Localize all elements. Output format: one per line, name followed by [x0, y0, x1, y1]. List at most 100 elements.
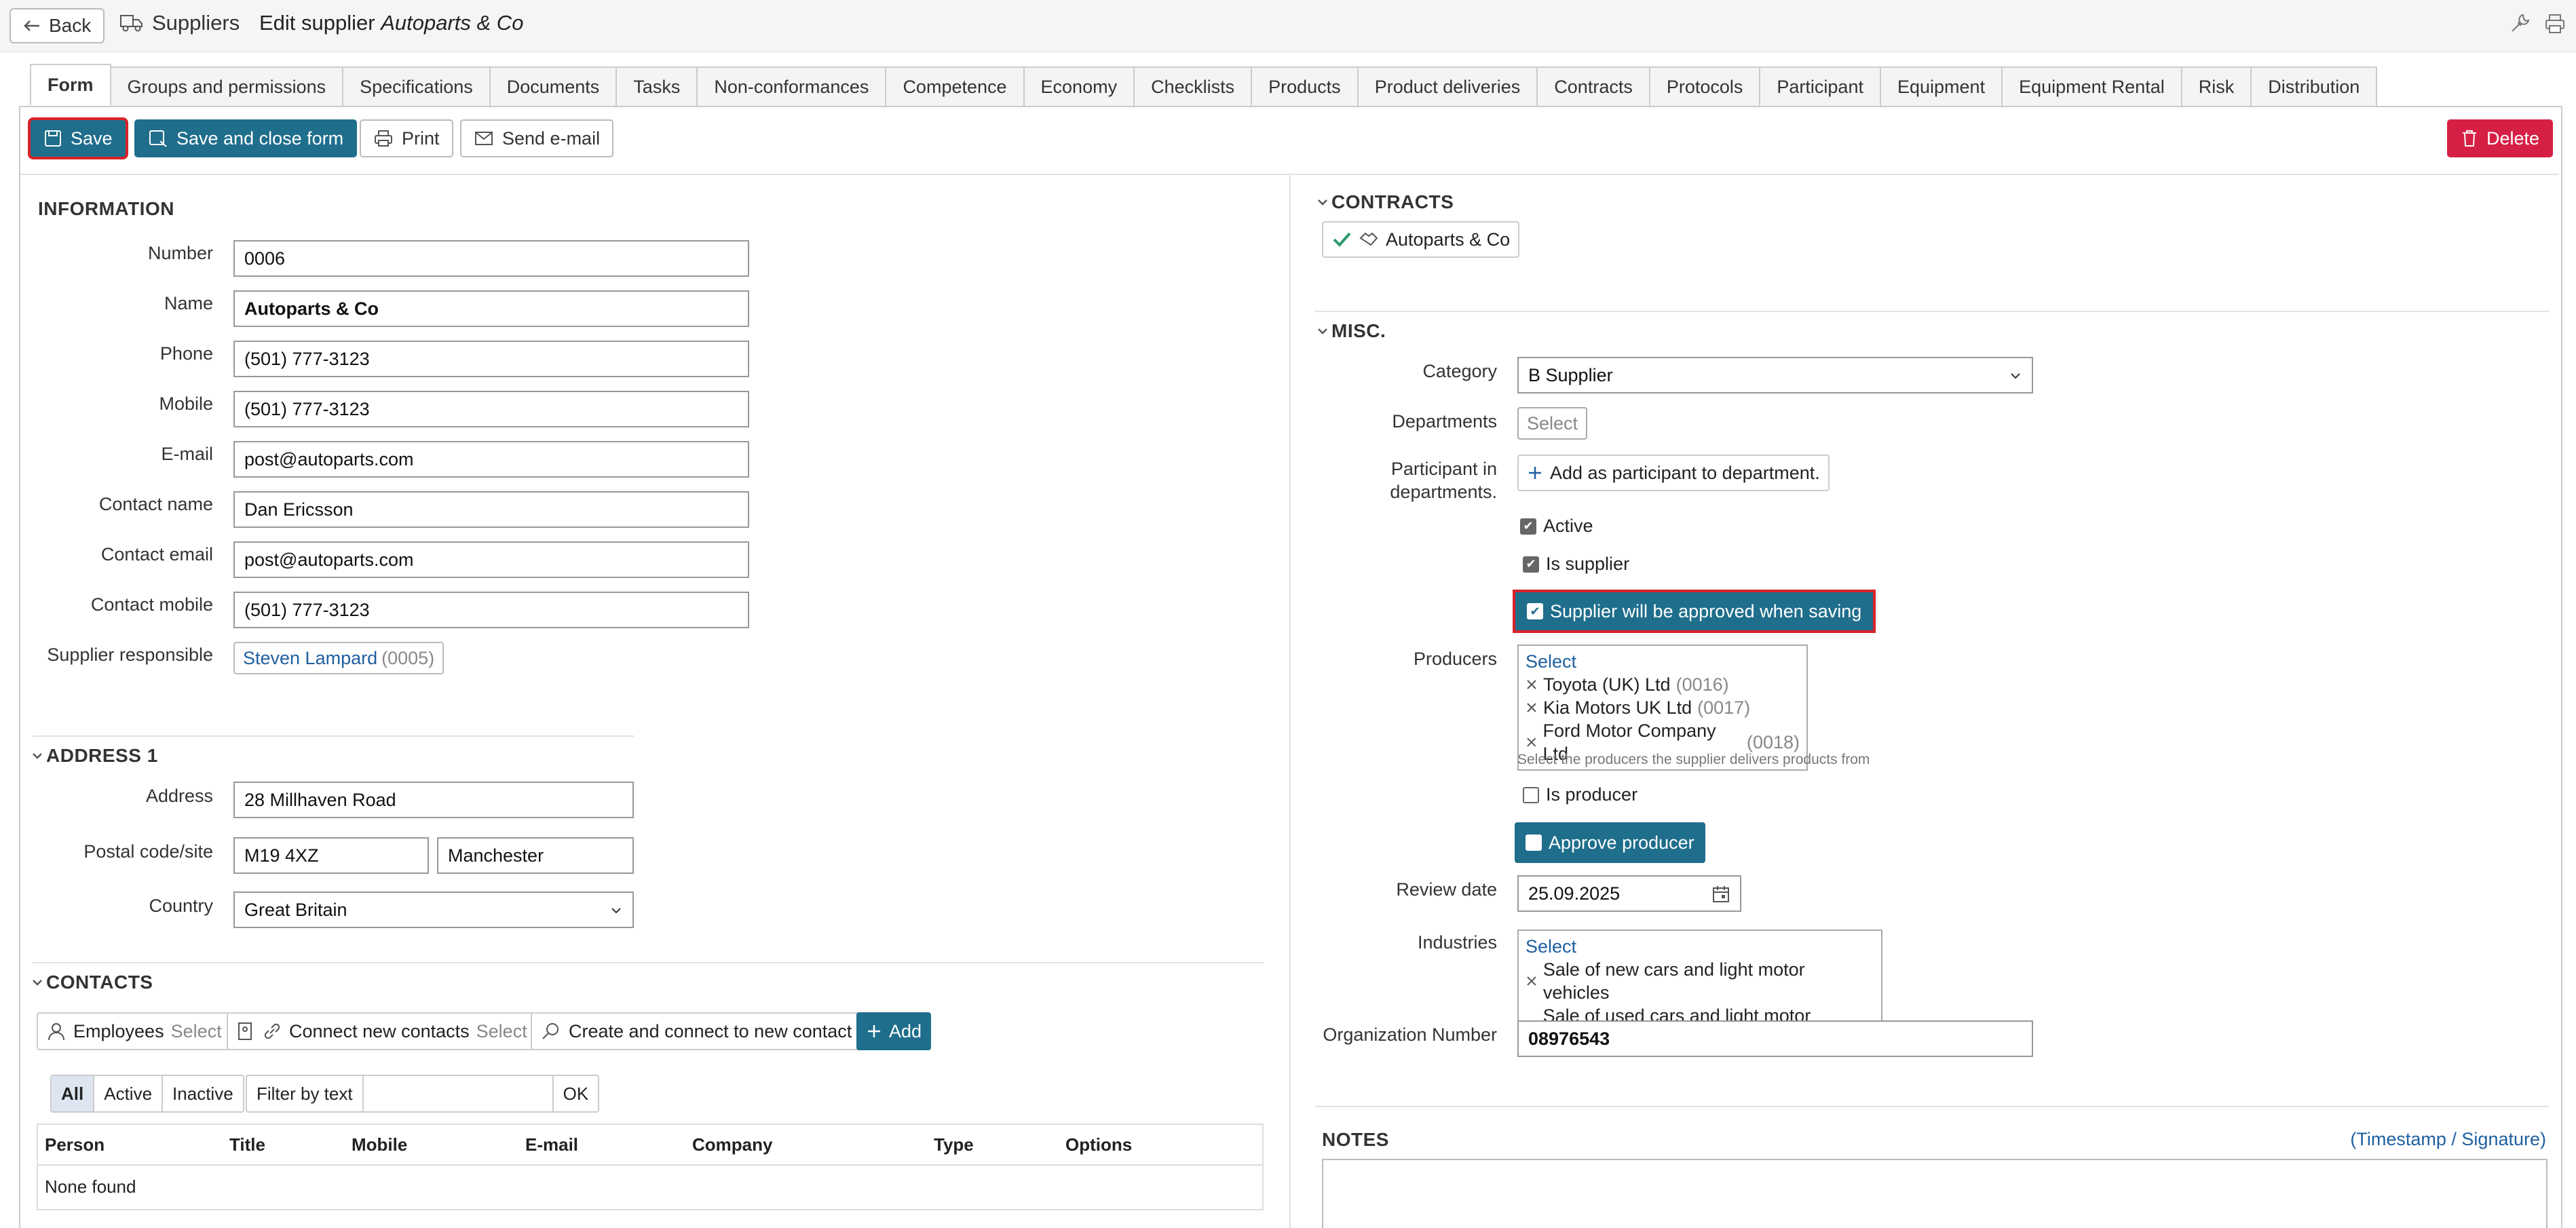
calendar-icon[interactable] [1711, 885, 1730, 904]
filter-all[interactable]: All [52, 1076, 95, 1111]
is-producer-checkbox-row[interactable]: Is producer [1523, 784, 1637, 805]
breadcrumb-suppliers[interactable]: Suppliers [152, 11, 240, 35]
print-button[interactable]: Print [360, 119, 453, 157]
contacts-heading[interactable]: CONTACTS [31, 972, 153, 993]
tab-non-conformances[interactable]: Non-conformances [698, 66, 887, 106]
organization-number-label: Organization Number [1323, 1024, 1497, 1045]
contract-chip[interactable]: Autoparts & Co [1322, 221, 1520, 258]
add-contact-button[interactable]: Add [856, 1012, 932, 1050]
approve-supplier-toggle[interactable]: ✔ Supplier will be approved when saving [1512, 590, 1876, 633]
organization-number-input[interactable]: 08976543 [1517, 1020, 2033, 1057]
create-and-connect-contact-button[interactable]: Create and connect to new contact [531, 1012, 862, 1050]
tab-tasks[interactable]: Tasks [617, 66, 698, 106]
address-heading[interactable]: ADDRESS 1 [31, 745, 158, 767]
col-mobile[interactable]: Mobile [352, 1134, 407, 1155]
chevron-down-icon [33, 980, 42, 986]
col-email[interactable]: E-mail [525, 1134, 578, 1155]
save-and-close-button[interactable]: Save and close form [134, 119, 358, 157]
handshake-icon [1359, 232, 1378, 246]
contact-name-input[interactable]: Dan Ericsson [233, 491, 749, 528]
remove-x-icon[interactable] [1526, 975, 1538, 987]
tab-equipment[interactable]: Equipment [1880, 66, 2003, 106]
active-checkbox[interactable]: ✔ [1520, 518, 1536, 535]
tab-product-deliveries[interactable]: Product deliveries [1358, 66, 1538, 106]
tab-economy[interactable]: Economy [1024, 66, 1135, 106]
is-producer-checkbox[interactable] [1523, 786, 1539, 803]
supplier-responsible-chip[interactable]: Steven Lampard (0005) [233, 642, 444, 674]
phone-input[interactable]: (501) 777-3123 [233, 341, 749, 377]
approve-producer-checkbox[interactable] [1526, 834, 1542, 851]
send-email-button[interactable]: Send e-mail [460, 119, 614, 157]
remove-x-icon[interactable] [1526, 736, 1538, 748]
top-bar: Back Suppliers Edit supplier Autoparts &… [0, 0, 2576, 52]
filter-active[interactable]: Active [94, 1076, 164, 1111]
connect-new-contacts-selector[interactable]: Connect new contacts Select [227, 1012, 537, 1050]
timestamp-signature-link[interactable]: (Timestamp / Signature) [2350, 1129, 2546, 1150]
connect-new-contacts-select[interactable]: Select [476, 1021, 527, 1042]
col-type[interactable]: Type [934, 1134, 974, 1155]
misc-heading[interactable]: MISC. [1317, 320, 1386, 342]
col-company[interactable]: Company [692, 1134, 772, 1155]
is-supplier-checkbox-row[interactable]: ✔ Is supplier [1523, 554, 1629, 575]
review-date-input[interactable]: 25.09.2025 [1517, 875, 1741, 912]
responsible-name[interactable]: Steven Lampard [243, 648, 377, 669]
tab-risk[interactable]: Risk [2182, 66, 2252, 106]
contact-email-input[interactable]: post@autoparts.com [233, 541, 749, 578]
save-button[interactable]: Save [28, 117, 128, 159]
email-input[interactable]: post@autoparts.com [233, 441, 749, 478]
printer-icon[interactable] [2543, 12, 2566, 35]
remove-x-icon[interactable] [1526, 702, 1538, 714]
tab-protocols[interactable]: Protocols [1650, 66, 1761, 106]
wrench-icon[interactable] [2508, 12, 2531, 35]
name-input[interactable]: Autoparts & Co [233, 290, 749, 327]
is-supplier-checkbox[interactable]: ✔ [1523, 556, 1539, 573]
contracts-heading[interactable]: CONTRACTS [1317, 191, 1454, 213]
delete-button[interactable]: Delete [2447, 119, 2554, 157]
notes-textarea[interactable] [1322, 1159, 2547, 1228]
breadcrumb[interactable]: Suppliers [119, 11, 240, 35]
country-select[interactable]: Great Britain [233, 891, 634, 928]
filter-ok-button[interactable]: OK [554, 1076, 599, 1111]
tab-checklists[interactable]: Checklists [1135, 66, 1253, 106]
tab-specifications[interactable]: Specifications [343, 66, 491, 106]
mobile-input[interactable]: (501) 777-3123 [233, 391, 749, 427]
chevron-down-icon [33, 753, 42, 759]
tab-distribution[interactable]: Distribution [2252, 66, 2378, 106]
departments-select[interactable]: Select [1517, 407, 1588, 440]
back-label: Back [49, 15, 92, 36]
tab-participant[interactable]: Participant [1760, 66, 1881, 106]
remove-x-icon[interactable] [1526, 678, 1538, 691]
col-person[interactable]: Person [45, 1134, 105, 1155]
employees-selector[interactable]: Employees Select [37, 1012, 231, 1050]
number-input[interactable]: 0006 [233, 240, 749, 277]
add-participant-button[interactable]: Add as participant to department. [1517, 455, 1830, 491]
approve-supplier-checkbox[interactable]: ✔ [1527, 603, 1543, 619]
tab-documents[interactable]: Documents [490, 66, 618, 106]
responsible-code: (0005) [381, 647, 435, 668]
address-input[interactable]: 28 Millhaven Road [233, 782, 634, 818]
filter-inactive[interactable]: Inactive [163, 1076, 243, 1111]
contact-email-label: Contact email [100, 544, 213, 564]
filter-by-text-label: Filter by text [247, 1076, 364, 1111]
back-button[interactable]: Back [10, 8, 105, 43]
employees-select[interactable]: Select [171, 1021, 222, 1042]
site-input[interactable]: Manchester [437, 837, 634, 874]
tab-form[interactable]: Form [30, 64, 111, 106]
active-checkbox-row[interactable]: ✔ Active [1520, 516, 1593, 537]
tab-competence[interactable]: Competence [886, 66, 1025, 106]
tab-equipment-rental[interactable]: Equipment Rental [2003, 66, 2182, 106]
participant-label-line-1: Participant in [1390, 459, 1497, 479]
approve-producer-toggle[interactable]: Approve producer [1515, 822, 1705, 863]
industries-select[interactable]: Select [1526, 935, 1874, 958]
col-title[interactable]: Title [229, 1134, 265, 1155]
tab-groups-and-permissions[interactable]: Groups and permissions [111, 66, 344, 106]
contracts-heading-text: CONTRACTS [1331, 191, 1454, 212]
tab-contracts[interactable]: Contracts [1538, 66, 1650, 106]
contact-mobile-input[interactable]: (501) 777-3123 [233, 592, 749, 628]
country-label: Country [149, 896, 213, 916]
category-select[interactable]: B Supplier [1517, 357, 2033, 394]
filter-text-input[interactable] [364, 1076, 554, 1111]
producers-select[interactable]: Select [1526, 650, 1800, 673]
tab-products[interactable]: Products [1252, 66, 1359, 106]
postal-code-input[interactable]: M19 4XZ [233, 837, 429, 874]
